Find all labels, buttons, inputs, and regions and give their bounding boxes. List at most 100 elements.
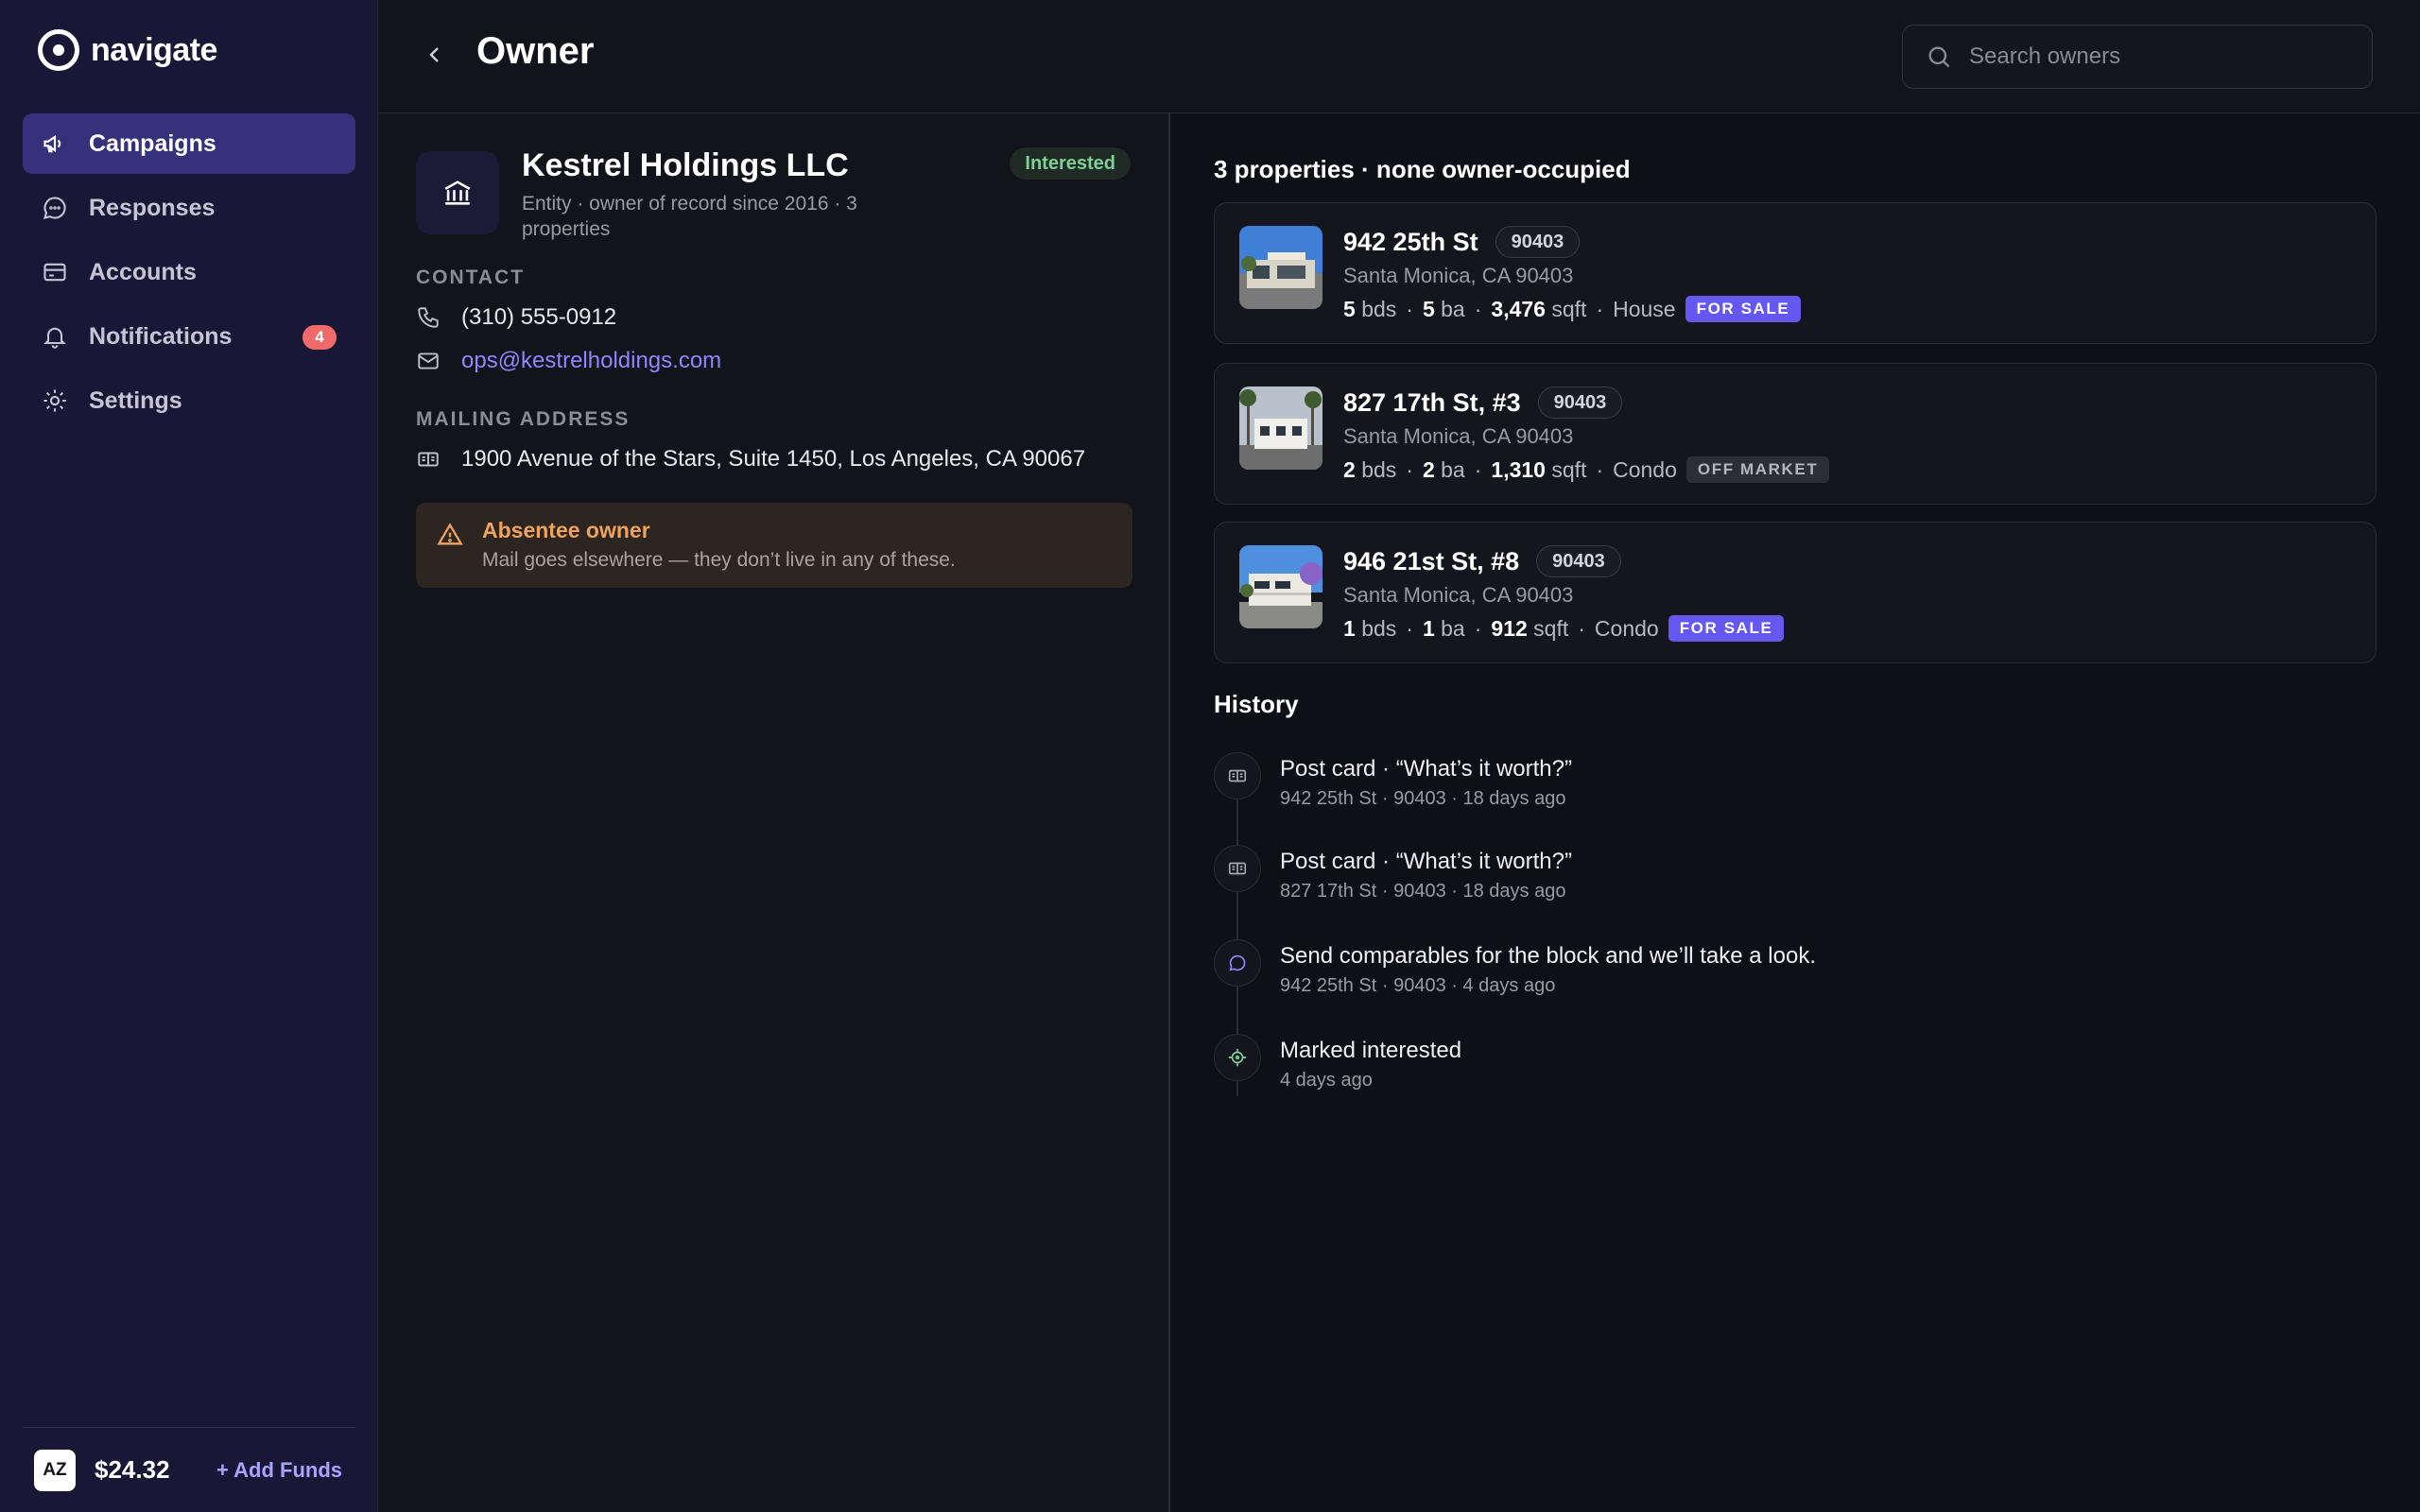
email-row[interactable]: ops@kestrelholdings.com xyxy=(416,348,721,374)
property-stats: 5 bds · 5 ba · 3,476 sqft · House FOR SALE xyxy=(1343,296,1802,322)
property-card[interactable]: 827 17th St, #3 90403 Santa Monica, CA 9… xyxy=(1214,363,2377,505)
property-city: Santa Monica, CA 90403 xyxy=(1343,583,1574,607)
search-input[interactable] xyxy=(1969,43,2328,70)
property-address: 827 17th St, #3 90403 xyxy=(1343,387,1623,419)
sidebar-item-label: Settings xyxy=(89,387,182,414)
property-address: 942 25th St 90403 xyxy=(1343,226,1581,258)
property-card[interactable]: 942 25th St 90403 Santa Monica, CA 90403… xyxy=(1214,202,2377,344)
history-title: Post card · “What’s it worth?” xyxy=(1280,849,1572,874)
search-icon xyxy=(1928,46,1950,68)
sidebar-item-responses[interactable]: Responses xyxy=(23,178,355,238)
property-stats: 1 bds · 1 ba · 912 sqft · Condo FOR SALE xyxy=(1343,615,1785,642)
property-type: Condo xyxy=(1613,456,1677,482)
owner-meta: Entity · owner of record since 2016 · 3 … xyxy=(522,193,857,240)
beds-label: bds xyxy=(1361,615,1397,641)
listing-status-tag: OFF MARKET xyxy=(1685,456,1830,483)
target-icon xyxy=(1228,1048,1247,1067)
properties-panel: 3 properties · none owner-occupied 942 2… xyxy=(1172,113,2420,1512)
beds-count: 5 xyxy=(1343,296,1356,321)
top-bar: Owner xyxy=(378,0,2420,113)
phone-icon xyxy=(418,307,439,328)
owner-name: Kestrel Holdings LLC xyxy=(522,147,849,183)
postcard-icon xyxy=(1228,862,1247,875)
property-photo xyxy=(1239,387,1322,470)
account-balance: $24.32 xyxy=(95,1455,170,1484)
brand-logo[interactable]: navigate xyxy=(38,28,217,72)
baths-label: ba xyxy=(1441,296,1465,321)
property-stats: 2 bds · 2 ba · 1,310 sqft · Condo OFF MARKE… xyxy=(1343,456,1830,483)
listing-status-tag: FOR SALE xyxy=(1685,296,1802,322)
property-photo xyxy=(1239,226,1322,309)
postcard-icon xyxy=(1228,769,1247,782)
gear-icon xyxy=(43,389,66,412)
beds-label: bds xyxy=(1361,296,1397,321)
add-funds-button[interactable]: + Add Funds xyxy=(216,1458,342,1483)
beds-count: 1 xyxy=(1343,615,1356,641)
properties-heading: 3 properties · none owner-occupied xyxy=(1214,155,1631,183)
sidebar-item-label: Accounts xyxy=(89,258,197,285)
baths-label: ba xyxy=(1441,456,1465,482)
warning-icon xyxy=(437,523,463,545)
sidebar-item-label: Campaigns xyxy=(89,129,216,157)
phone-number: (310) 555-0912 xyxy=(461,304,617,330)
alert-title: Absentee owner xyxy=(482,518,650,542)
listing-status-tag: FOR SALE xyxy=(1668,615,1785,642)
chat-bubble-icon xyxy=(43,197,66,219)
avatar[interactable]: AZ xyxy=(34,1449,76,1491)
postcard-icon xyxy=(418,452,439,467)
property-type: Condo xyxy=(1594,615,1659,641)
phone-row[interactable]: (310) 555-0912 xyxy=(416,304,616,331)
status-badge[interactable]: Interested xyxy=(1010,147,1131,180)
history-dot xyxy=(1214,939,1261,987)
email-link[interactable]: ops@kestrelholdings.com xyxy=(461,348,721,374)
bell-icon xyxy=(43,327,66,349)
history-title: Send comparables for the block and we’ll… xyxy=(1280,943,1816,969)
baths-count: 5 xyxy=(1422,296,1435,321)
sidebar-item-notifications[interactable]: Notifications 4 xyxy=(23,306,355,367)
absentee-owner-alert: Absentee owner Mail goes elsewhere — the… xyxy=(416,503,1132,588)
property-address-text: 827 17th St, #3 xyxy=(1343,387,1521,417)
sqft-label: sqft xyxy=(1551,456,1587,482)
chat-bubble-icon xyxy=(1229,954,1246,971)
zip-badge: 90403 xyxy=(1537,387,1623,419)
beds-count: 2 xyxy=(1343,456,1356,482)
beds-label: bds xyxy=(1361,456,1397,482)
sidebar-item-campaigns[interactable]: Campaigns xyxy=(23,113,355,174)
baths-count: 2 xyxy=(1422,456,1435,482)
baths-label: ba xyxy=(1441,615,1465,641)
megaphone-icon xyxy=(43,135,61,153)
history-sub: 942 25th St · 90403 · 4 days ago xyxy=(1280,975,1556,996)
property-photo xyxy=(1239,545,1322,628)
history-title: Marked interested xyxy=(1280,1038,1462,1063)
building-bank-icon xyxy=(444,180,471,205)
credit-card-icon xyxy=(43,263,66,282)
sidebar-item-label: Notifications xyxy=(89,322,233,350)
property-card[interactable]: 946 21st St, #8 90403 Santa Monica, CA 9… xyxy=(1214,522,2377,663)
sidebar-nav: Campaigns Responses Accounts Notificatio… xyxy=(23,113,355,435)
brand-name: navigate xyxy=(91,31,217,68)
sidebar: navigate Campaigns Responses Accounts No… xyxy=(0,0,378,1512)
sidebar-footer: AZ $24.32 + Add Funds xyxy=(23,1427,355,1512)
history-dot xyxy=(1214,752,1261,799)
sqft-value: 3,476 xyxy=(1491,296,1546,321)
history-sub: 4 days ago xyxy=(1280,1070,1373,1091)
mailing-section-label: MAILING ADDRESS xyxy=(416,408,631,430)
property-address-text: 946 21st St, #8 xyxy=(1343,546,1520,576)
property-city: Santa Monica, CA 90403 xyxy=(1343,424,1574,448)
history-sub: 827 17th St · 90403 · 18 days ago xyxy=(1280,881,1566,902)
logo-icon xyxy=(38,29,79,71)
sqft-label: sqft xyxy=(1551,296,1587,321)
mailing-address: 1900 Avenue of the Stars, Suite 1450, Lo… xyxy=(461,446,1086,472)
sidebar-item-settings[interactable]: Settings xyxy=(23,370,355,431)
notification-count-badge: 4 xyxy=(302,325,337,350)
sidebar-item-accounts[interactable]: Accounts xyxy=(23,242,355,302)
history-sub: 942 25th St · 90403 · 18 days ago xyxy=(1280,788,1566,809)
history-title: Post card · “What’s it worth?” xyxy=(1280,756,1572,782)
property-address-text: 942 25th St xyxy=(1343,227,1478,256)
history-item: Marked interested 4 days ago xyxy=(1214,1034,2348,1109)
property-address: 946 21st St, #8 90403 xyxy=(1343,545,1621,577)
back-button[interactable] xyxy=(418,38,452,72)
search-box[interactable] xyxy=(1902,25,2373,89)
history-item: Post card · “What’s it worth?” 942 25th … xyxy=(1214,752,2348,828)
zip-badge: 90403 xyxy=(1536,545,1621,577)
